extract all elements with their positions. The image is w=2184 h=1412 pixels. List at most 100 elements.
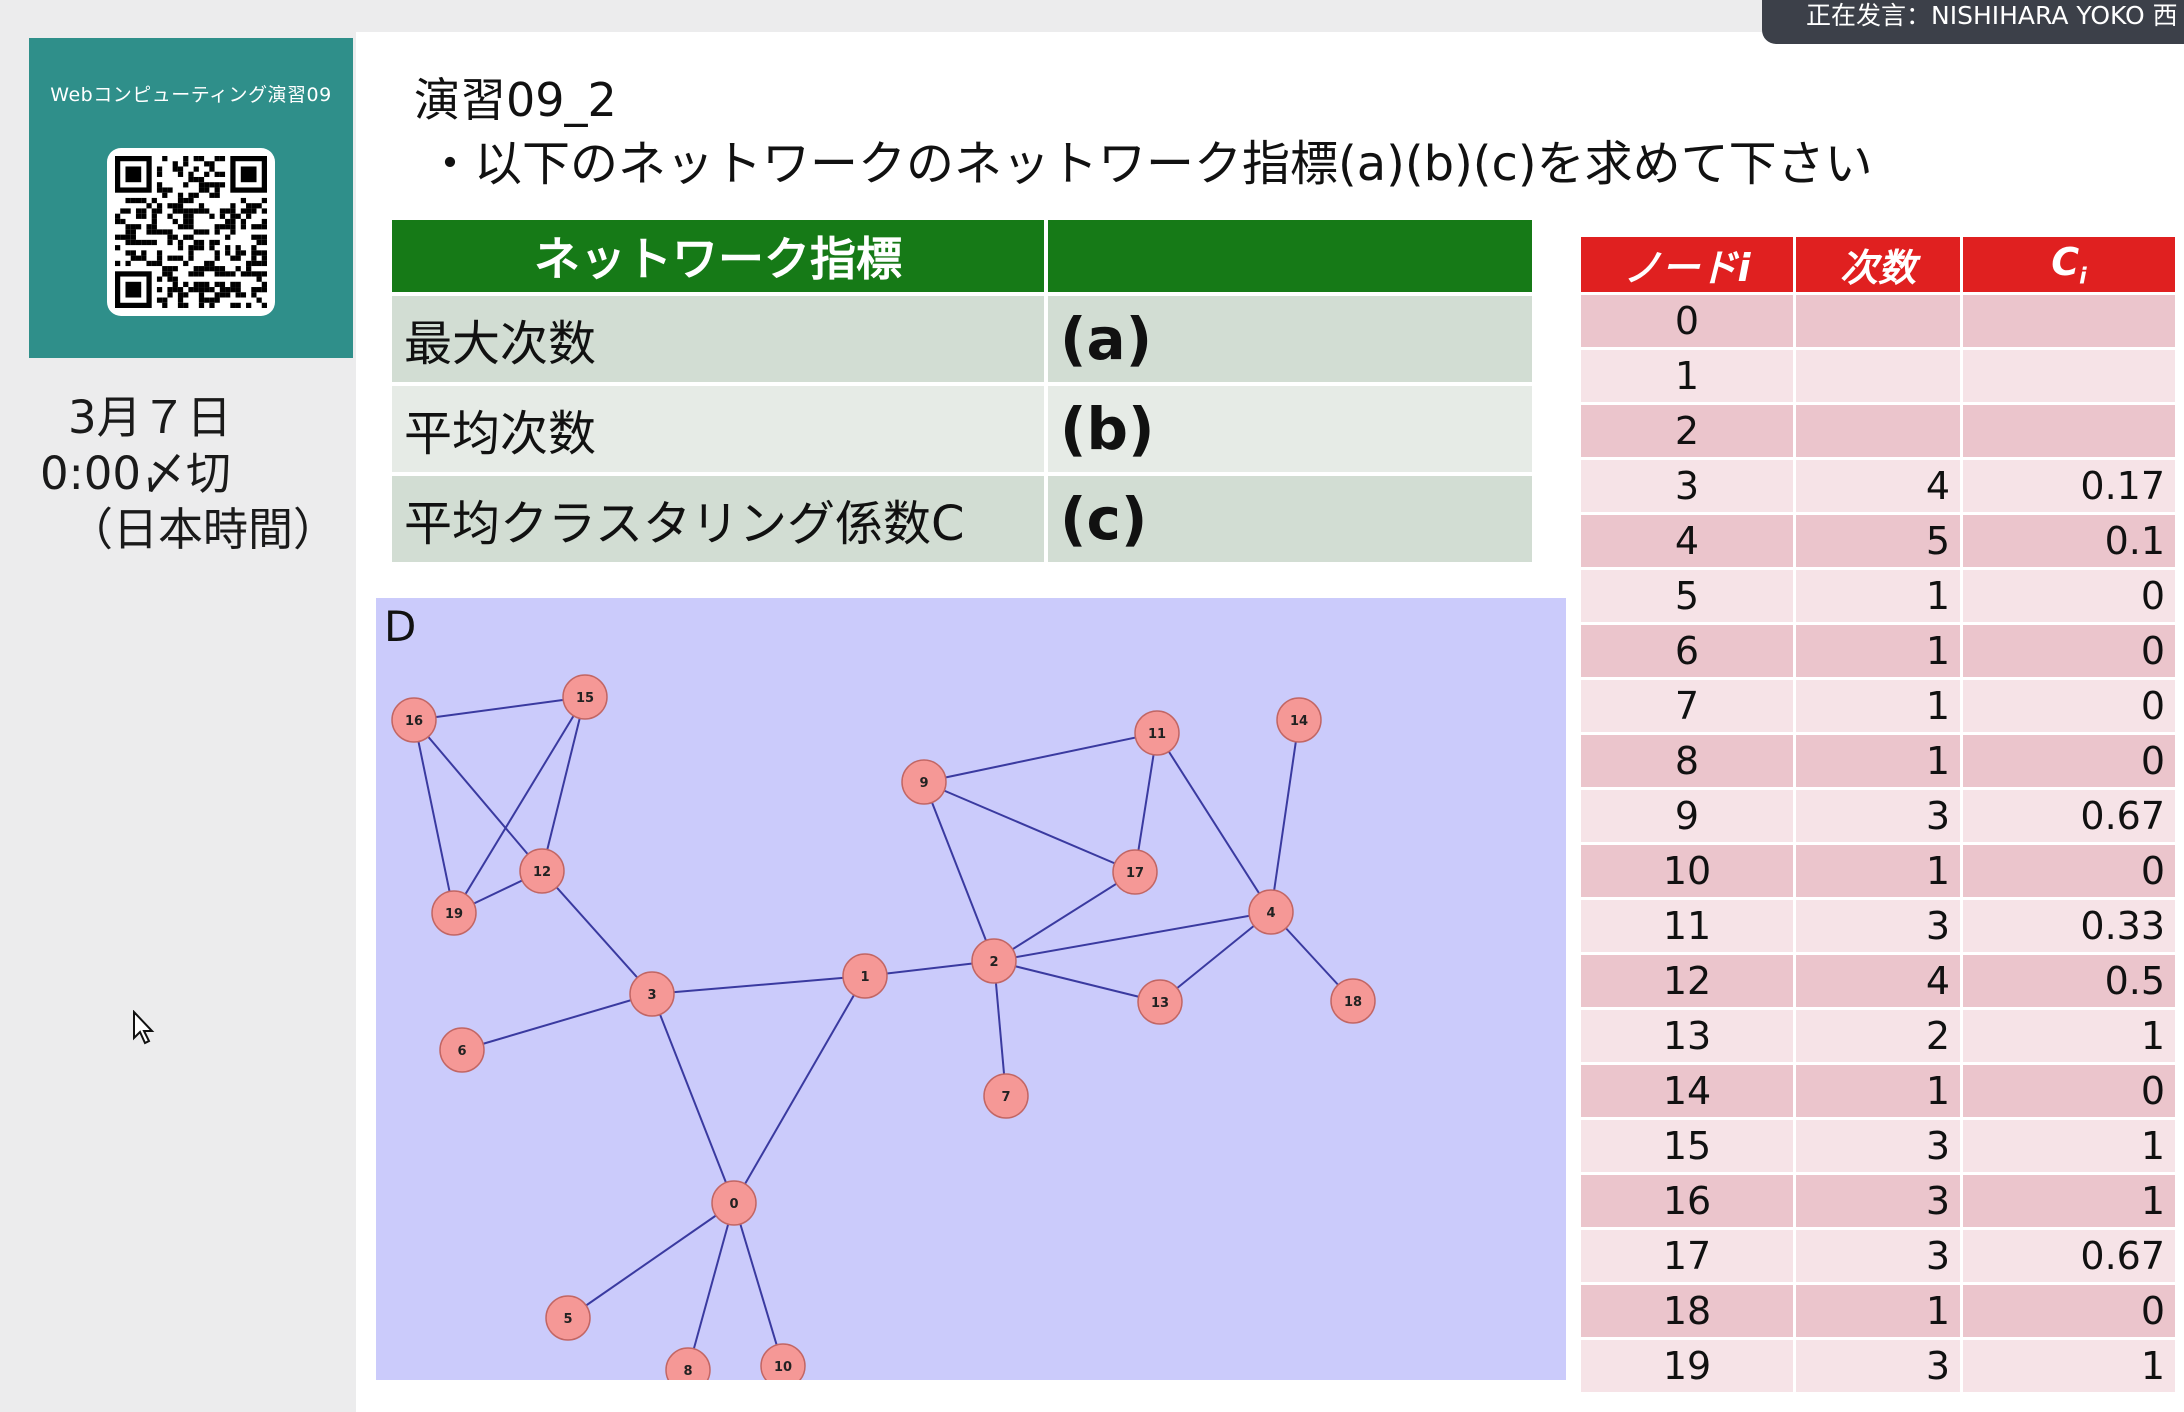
deadline-text: 3月７日 0:00〆切 （日本時間） bbox=[40, 390, 340, 558]
graph-edge bbox=[567, 1202, 735, 1319]
slide: 演習09_2 ・以下のネットワークのネットワーク指標(a)(b)(c)を求めて下… bbox=[356, 32, 2184, 1412]
node-cell: 9 bbox=[1581, 790, 1793, 842]
graph-node-label: 15 bbox=[576, 691, 594, 706]
clustering-cell bbox=[1963, 350, 2175, 402]
table-row: 4 5 0.1 bbox=[1581, 515, 2175, 567]
clustering-cell: 0.33 bbox=[1963, 900, 2175, 952]
graph-edge bbox=[1156, 732, 1272, 913]
degree-table-header-clustering: Ci bbox=[1963, 237, 2175, 292]
graph-node-label: 2 bbox=[989, 955, 998, 970]
graph-node-label: 10 bbox=[774, 1360, 792, 1375]
graph-edge bbox=[923, 781, 995, 962]
slide-title: 演習09_2 bbox=[414, 73, 617, 127]
degree-table-header-degree: 次数 bbox=[1796, 237, 1960, 292]
clustering-cell: 0 bbox=[1963, 735, 2175, 787]
degree-cell: 1 bbox=[1796, 735, 1960, 787]
node-cell: 10 bbox=[1581, 845, 1793, 897]
table-row: 平均クラスタリング係数C (c) bbox=[392, 476, 1532, 562]
graph-edge bbox=[541, 870, 653, 995]
table-row: 0 bbox=[1581, 295, 2175, 347]
graph-node-label: 7 bbox=[1001, 1090, 1010, 1105]
table-row: 19 3 1 bbox=[1581, 1340, 2175, 1392]
degree-cell bbox=[1796, 405, 1960, 457]
table-row: 10 1 0 bbox=[1581, 845, 2175, 897]
clustering-cell: 0 bbox=[1963, 680, 2175, 732]
clustering-cell: 1 bbox=[1963, 1340, 2175, 1392]
index-table-header-name: ネットワーク指標 bbox=[392, 220, 1044, 292]
table-row: 2 bbox=[1581, 405, 2175, 457]
graph-node-label: 12 bbox=[533, 865, 551, 880]
node-cell: 6 bbox=[1581, 625, 1793, 677]
deadline-date: 3月７日 bbox=[68, 391, 232, 444]
node-cell: 17 bbox=[1581, 1230, 1793, 1282]
course-card: Webコンピューティング演習09 bbox=[29, 38, 353, 358]
degree-cell: 3 bbox=[1796, 1120, 1960, 1172]
index-table-header-value bbox=[1048, 220, 1532, 292]
node-cell: 8 bbox=[1581, 735, 1793, 787]
index-value: (b) bbox=[1048, 386, 1532, 472]
node-cell: 7 bbox=[1581, 680, 1793, 732]
index-value: (a) bbox=[1048, 296, 1532, 382]
node-cell: 15 bbox=[1581, 1120, 1793, 1172]
degree-cell: 1 bbox=[1796, 570, 1960, 622]
degree-cell: 4 bbox=[1796, 955, 1960, 1007]
graph-edge bbox=[651, 993, 735, 1204]
graph-edge bbox=[541, 696, 586, 872]
speaker-banner: 正在发言：NISHIHARA YOKO 西 bbox=[1762, 0, 2184, 44]
degree-cell: 1 bbox=[1796, 1285, 1960, 1337]
degree-cell: 1 bbox=[1796, 1065, 1960, 1117]
graph-edge bbox=[651, 975, 866, 995]
index-name: 平均クラスタリング係数C bbox=[392, 476, 1044, 562]
graph-edge bbox=[993, 911, 1272, 962]
table-row: 14 1 0 bbox=[1581, 1065, 2175, 1117]
qr-code-graphic bbox=[115, 156, 267, 308]
node-cell: 1 bbox=[1581, 350, 1793, 402]
graph-edge bbox=[923, 732, 1158, 783]
deadline-timezone: （日本時間） bbox=[68, 503, 339, 556]
clustering-cell: 0.17 bbox=[1963, 460, 2175, 512]
mouse-cursor-icon bbox=[133, 1010, 155, 1045]
graph-edge bbox=[413, 696, 586, 721]
table-row: 18 1 0 bbox=[1581, 1285, 2175, 1337]
graph-edge bbox=[687, 1202, 735, 1371]
graph-node-label: 17 bbox=[1126, 866, 1144, 881]
degree-cell: 1 bbox=[1796, 680, 1960, 732]
table-row: 16 3 1 bbox=[1581, 1175, 2175, 1227]
table-row: 15 3 1 bbox=[1581, 1120, 2175, 1172]
node-cell: 2 bbox=[1581, 405, 1793, 457]
graph-node-label: 1 bbox=[860, 970, 869, 985]
degree-cell: 1 bbox=[1796, 845, 1960, 897]
header-node-index: i bbox=[1737, 246, 1751, 290]
table-row: 最大次数 (a) bbox=[392, 296, 1532, 382]
table-row: 1 bbox=[1581, 350, 2175, 402]
table-row: 9 3 0.67 bbox=[1581, 790, 2175, 842]
node-cell: 13 bbox=[1581, 1010, 1793, 1062]
node-cell: 14 bbox=[1581, 1065, 1793, 1117]
index-name: 最大次数 bbox=[392, 296, 1044, 382]
clustering-cell: 0.1 bbox=[1963, 515, 2175, 567]
graph-node-label: 19 bbox=[445, 907, 463, 922]
degree-cell: 4 bbox=[1796, 460, 1960, 512]
graph-node-label: 3 bbox=[647, 988, 656, 1003]
table-row: 平均次数 (b) bbox=[392, 386, 1532, 472]
degree-cell: 3 bbox=[1796, 790, 1960, 842]
graph-edge bbox=[453, 696, 586, 914]
graph-node-label: 0 bbox=[729, 1197, 738, 1212]
clustering-cell bbox=[1963, 295, 2175, 347]
table-row: 13 2 1 bbox=[1581, 1010, 2175, 1062]
clustering-cell: 0 bbox=[1963, 1285, 2175, 1337]
degree-table-body: 0 1 2 3 4 0.17 4 5 0.1 5 1 0 6 1 0 7 1 0 8 1 0 9 3 0.67 10 1 0 11 3 0… bbox=[1581, 295, 2175, 1392]
table-row: 510 bbox=[1581, 570, 2175, 622]
header-node-text: ノード bbox=[1623, 246, 1738, 290]
graph-node-label: 9 bbox=[919, 776, 928, 791]
graph-node-label: 6 bbox=[457, 1044, 466, 1059]
clustering-cell: 0 bbox=[1963, 625, 2175, 677]
graph-node-label: 11 bbox=[1148, 727, 1166, 742]
graph-edge bbox=[1270, 719, 1300, 913]
graph-node-label: 14 bbox=[1290, 714, 1308, 729]
degree-cell: 5 bbox=[1796, 515, 1960, 567]
index-name: 平均次数 bbox=[392, 386, 1044, 472]
degree-table-header-node: ノードi bbox=[1581, 237, 1793, 292]
network-graph-panel: 0 1 2 3 4 5 6 7 8 9 10 11 12 13 14 15 16 17 18 19 D bbox=[376, 598, 1566, 1380]
degree-table: ノードi 次数 Ci 0 1 2 3 4 0.17 4 5 0.1 5 1 0 6 1 0 7 1 0 8 1 0 9 3 0… bbox=[1578, 234, 2178, 1395]
